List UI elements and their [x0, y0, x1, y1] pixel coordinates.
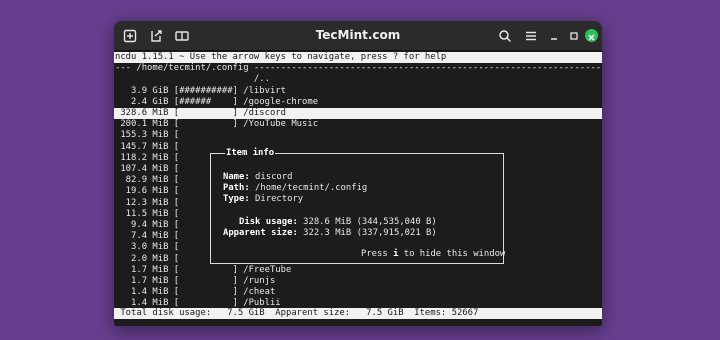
- path-row: Path: /home/tecmint/.config: [223, 183, 367, 194]
- name-label: Name:: [223, 172, 250, 182]
- maximize-icon[interactable]: [566, 28, 582, 44]
- minimize-icon[interactable]: [546, 28, 562, 44]
- path-label: Path:: [223, 183, 250, 194]
- title-bar: TecMint.com: [114, 21, 602, 51]
- status-bar: Total disk usage: 7.5 GiB Apparent size:…: [114, 308, 602, 320]
- close-button[interactable]: [585, 29, 598, 42]
- dialog-title: Item info: [225, 147, 276, 159]
- path-value: /home/tecmint/.config: [249, 183, 368, 194]
- current-path-line: --- /home/tecmint/.config --------------…: [115, 63, 602, 74]
- type-label: Type:: [223, 194, 250, 205]
- list-item[interactable]: 1.4 MiB [ ] /cheat: [114, 287, 602, 298]
- name-value: discord: [249, 172, 293, 182]
- disk-usage-label: Disk usage:: [223, 216, 298, 227]
- search-icon[interactable]: [497, 28, 513, 44]
- list-item[interactable]: 1.7 MiB [ ] /runjs: [114, 276, 602, 287]
- hint-prefix: Press: [361, 249, 394, 259]
- hide-hint: Press i to hide this window: [361, 249, 505, 260]
- type-value: Directory: [249, 194, 304, 205]
- list-item[interactable]: 200.1 MiB [ ] /YouTube Music: [114, 119, 602, 130]
- selected-list-item[interactable]: 328.6 MiB [ ] /discord: [114, 108, 602, 120]
- terminal-window: TecMint.com ncdu 1.15.1 ~ Use the arrow …: [114, 21, 602, 326]
- apparent-size-label: Apparent size:: [223, 228, 298, 238]
- item-info-dialog: Item info Name: discord Path: /home/tecm…: [210, 147, 505, 264]
- parent-directory-item[interactable]: /..: [114, 74, 602, 85]
- close-icon: [588, 34, 595, 41]
- ncdu-header: ncdu 1.15.1 ~ Use the arrow keys to navi…: [114, 52, 602, 64]
- list-item[interactable]: 155.3 MiB [: [114, 130, 602, 141]
- list-item[interactable]: 3.9 GiB [##########] /libvirt: [114, 86, 602, 97]
- disk-usage-row: Disk usage: 328.6 MiB (344,535,040 B): [223, 217, 437, 228]
- list-item[interactable]: 1.7 MiB [ ] /FreeTube: [114, 265, 602, 276]
- apparent-size-row: Apparent size: 322.3 MiB (337,915,021 B): [223, 228, 437, 239]
- disk-usage-value: 328.6 MiB (344,535,040 B): [297, 216, 437, 227]
- name-row: Name: discord: [223, 172, 292, 183]
- apparent-size-value: 322.3 MiB (337,915,021 B): [297, 228, 437, 238]
- menu-icon[interactable]: [523, 28, 539, 44]
- hint-suffix: to hide this window: [398, 249, 506, 259]
- list-item[interactable]: 2.4 GiB [###### ] /google-chrome: [114, 97, 602, 108]
- type-row: Type: Directory: [223, 194, 303, 205]
- list-item[interactable]: 145.7 MiB [: [114, 142, 602, 153]
- terminal-content[interactable]: ncdu 1.15.1 ~ Use the arrow keys to navi…: [114, 52, 602, 326]
